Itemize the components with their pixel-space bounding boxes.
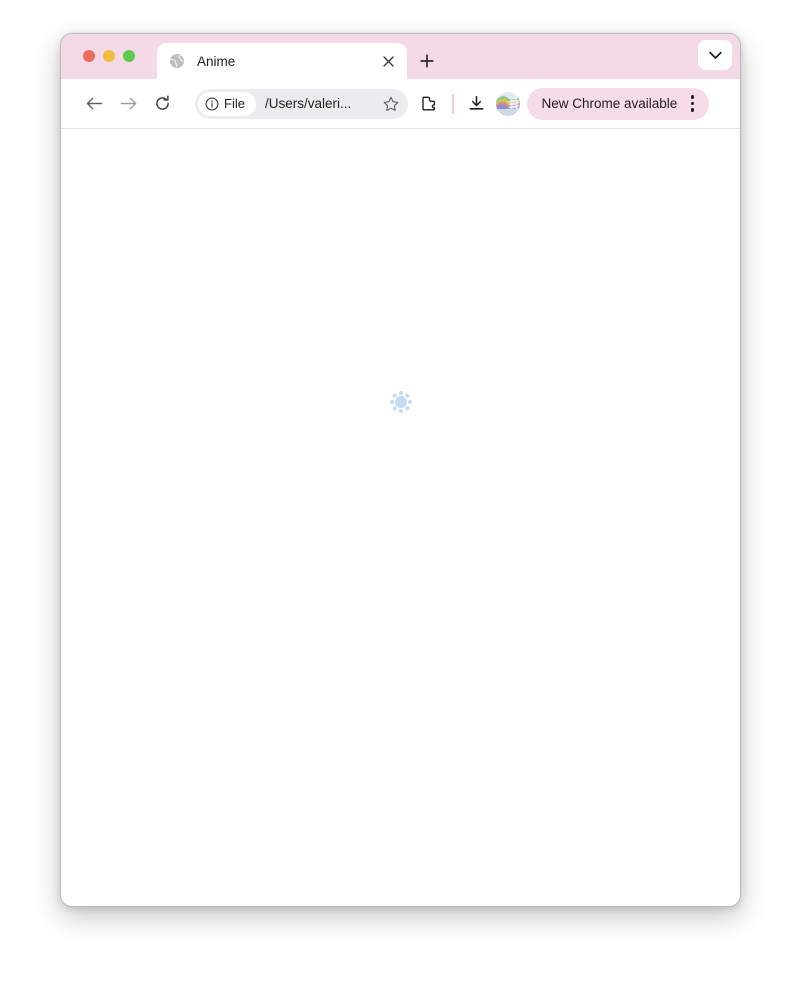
info-circle-icon xyxy=(205,97,219,111)
kebab-menu-icon[interactable] xyxy=(681,91,703,117)
spinner-spoke xyxy=(398,391,403,395)
page-viewport xyxy=(61,129,740,906)
profile-avatar[interactable] xyxy=(495,91,520,116)
reload-icon xyxy=(154,95,171,112)
chevron-down-icon xyxy=(708,51,722,60)
arrow-right-icon xyxy=(120,96,137,111)
back-button[interactable] xyxy=(79,89,109,119)
star-icon xyxy=(383,96,399,112)
tab-search-button[interactable] xyxy=(698,40,732,70)
bookmark-button[interactable] xyxy=(378,91,404,117)
spinner-spoke xyxy=(404,405,410,412)
tab-title: Anime xyxy=(197,53,236,69)
toolbar-divider xyxy=(452,93,454,114)
browser-toolbar: File /Users/valeri... New Chrome availab… xyxy=(61,79,740,129)
update-banner[interactable]: New Chrome available xyxy=(526,87,710,120)
avatar-image xyxy=(495,91,520,116)
extensions-button[interactable] xyxy=(414,89,444,119)
window-minimize-button[interactable] xyxy=(103,50,115,62)
browser-window: Anime File /Users/valeri... New Chrome a… xyxy=(60,33,741,907)
url-text[interactable]: /Users/valeri... xyxy=(265,96,378,111)
globe-icon xyxy=(169,53,185,69)
reload-button[interactable] xyxy=(147,89,177,119)
scheme-label: File xyxy=(224,96,245,111)
tab-strip: Anime xyxy=(61,34,740,79)
spinner-spoke xyxy=(389,400,394,404)
spinner-spoke xyxy=(407,400,412,404)
forward-button[interactable] xyxy=(113,89,143,119)
spinner-hub xyxy=(394,396,407,408)
window-close-button[interactable] xyxy=(83,50,95,62)
close-icon[interactable] xyxy=(379,52,397,70)
loading-spinner xyxy=(388,389,414,415)
spinner-spoke xyxy=(391,405,397,412)
puzzle-piece-icon xyxy=(421,95,438,112)
arrow-left-icon xyxy=(86,96,103,111)
spinner-spoke xyxy=(398,409,403,413)
download-icon xyxy=(468,95,485,112)
address-bar[interactable]: File /Users/valeri... xyxy=(195,88,408,119)
scheme-chip[interactable]: File xyxy=(198,91,256,116)
new-tab-button[interactable] xyxy=(413,47,441,75)
window-controls xyxy=(83,50,135,62)
tab-anime[interactable]: Anime xyxy=(157,43,407,79)
downloads-button[interactable] xyxy=(462,89,492,119)
plus-icon xyxy=(420,54,434,68)
update-banner-label: New Chrome available xyxy=(541,96,678,111)
screenshot-root: Anime File /Users/valeri... New Chrome a… xyxy=(0,0,800,986)
window-maximize-button[interactable] xyxy=(123,50,135,62)
